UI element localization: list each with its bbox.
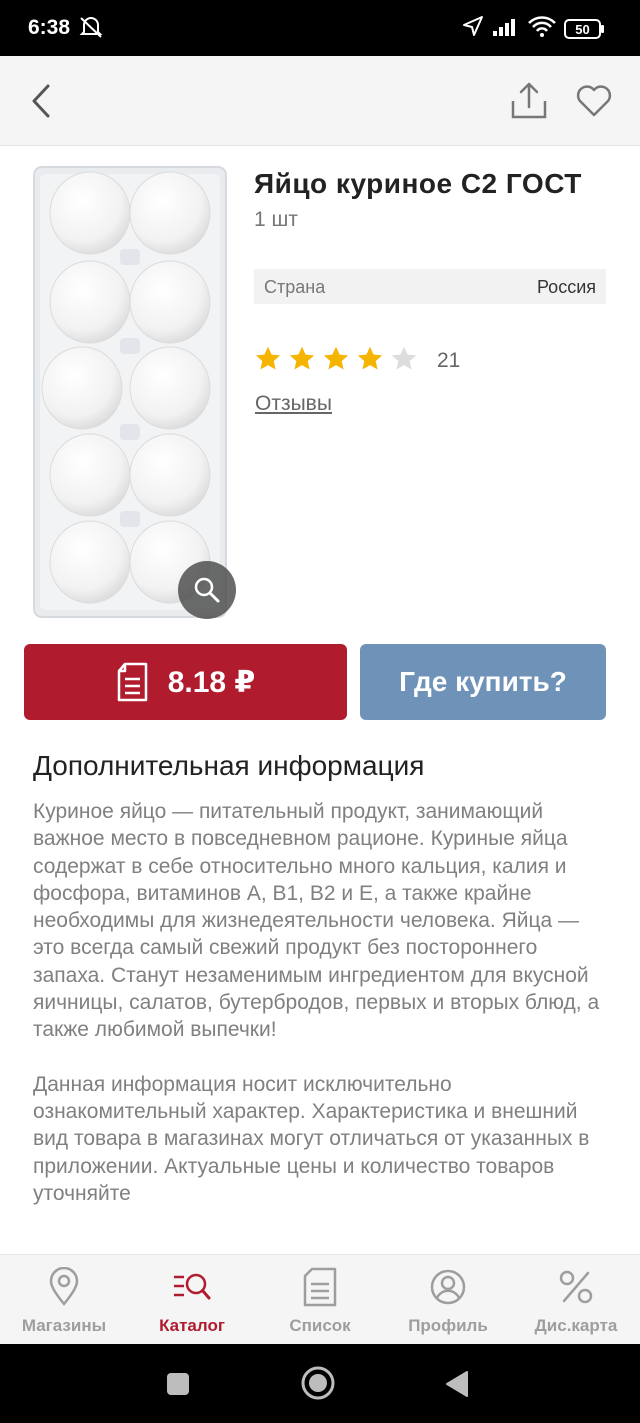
attribute-key: Страна [264,277,326,297]
square-icon [167,1373,189,1395]
rating-count: 21 [437,349,461,372]
egg [129,433,211,517]
signal-icon [491,14,519,45]
info-description: Куриное яйцо — питательный продукт, зани… [33,798,613,1207]
percent-icon [556,1267,596,1307]
nav-item-profile[interactable]: Профиль [384,1255,512,1344]
nav-item-discount-card[interactable]: Дис.карта [512,1255,640,1344]
info-heading: Дополнительная информация [33,750,425,781]
attribute-value: Россия [536,277,596,297]
rating-stars [254,345,418,373]
egg [129,171,211,255]
list-icon [300,1267,340,1307]
product-image[interactable] [20,164,240,620]
carton-divider [120,511,140,527]
star-filled-icon [289,346,315,370]
zoom-button[interactable] [178,561,236,619]
bottom-navigation: Магазины Каталог Список Профиль Дис.карт… [0,1254,640,1344]
share-button[interactable] [504,76,554,126]
battery-icon: 50 [564,18,606,45]
nav-item-list[interactable]: Список [256,1255,384,1344]
egg [129,260,211,344]
nav-label: Профиль [408,1316,488,1335]
catalog-search-icon [172,1267,212,1307]
status-time: 6:38 [28,16,71,39]
star-filled-icon [255,346,281,370]
where-to-buy-button[interactable]: Где купить? [360,644,606,720]
nav-label: Магазины [21,1316,107,1335]
back-button[interactable] [18,76,68,126]
system-navigation-bar [0,1344,640,1423]
favorite-button[interactable] [569,76,619,126]
price-button[interactable]: 8.18 ₽ [24,644,347,720]
home-circle-icon [301,1366,335,1400]
nav-item-stores[interactable]: Магазины [0,1255,128,1344]
triangle-back-icon [446,1371,468,1397]
attribute-row-country: Страна Россия [254,269,606,304]
star-filled-icon [357,346,383,370]
info-paragraph: Куриное яйцо — питательный продукт, зани… [33,800,600,1042]
reviews-link[interactable]: Отзывы [255,392,332,416]
magnifier-icon [194,577,220,603]
chevron-left-icon [32,84,50,118]
price-label: 8.18 ₽ [167,665,256,699]
nav-label: Дис.карта [534,1316,618,1335]
wifi-icon [527,14,557,45]
map-pin-icon [44,1267,84,1307]
product-quantity: 1 шт [254,208,298,231]
nav-label: Список [289,1316,351,1335]
share-icon [511,82,547,119]
egg [49,171,131,255]
app-bar [0,56,640,146]
profile-icon [428,1267,468,1307]
mute-icon [78,14,104,45]
home-button[interactable] [300,1365,336,1406]
star-empty-icon [391,346,417,370]
location-icon [460,14,486,45]
star-filled-icon [323,346,349,370]
status-bar: 6:38 50 [0,0,640,56]
nav-item-catalog[interactable]: Каталог [128,1255,256,1344]
back-nav-button[interactable] [444,1370,470,1403]
receipt-icon [117,662,147,702]
product-title: Яйцо куриное С2 ГОСТ [254,168,582,199]
battery-level: 50 [575,22,589,37]
recents-button[interactable] [166,1372,190,1401]
nav-label: Каталог [159,1316,225,1335]
egg [49,520,131,604]
carton-divider [120,424,140,440]
carton-divider [120,338,140,354]
info-paragraph: Данная информация носит исключительно оз… [33,1072,590,1205]
egg [49,433,131,517]
heart-icon [576,85,612,117]
carton-divider [120,249,140,265]
egg [129,346,211,430]
egg [41,346,123,430]
egg [49,260,131,344]
